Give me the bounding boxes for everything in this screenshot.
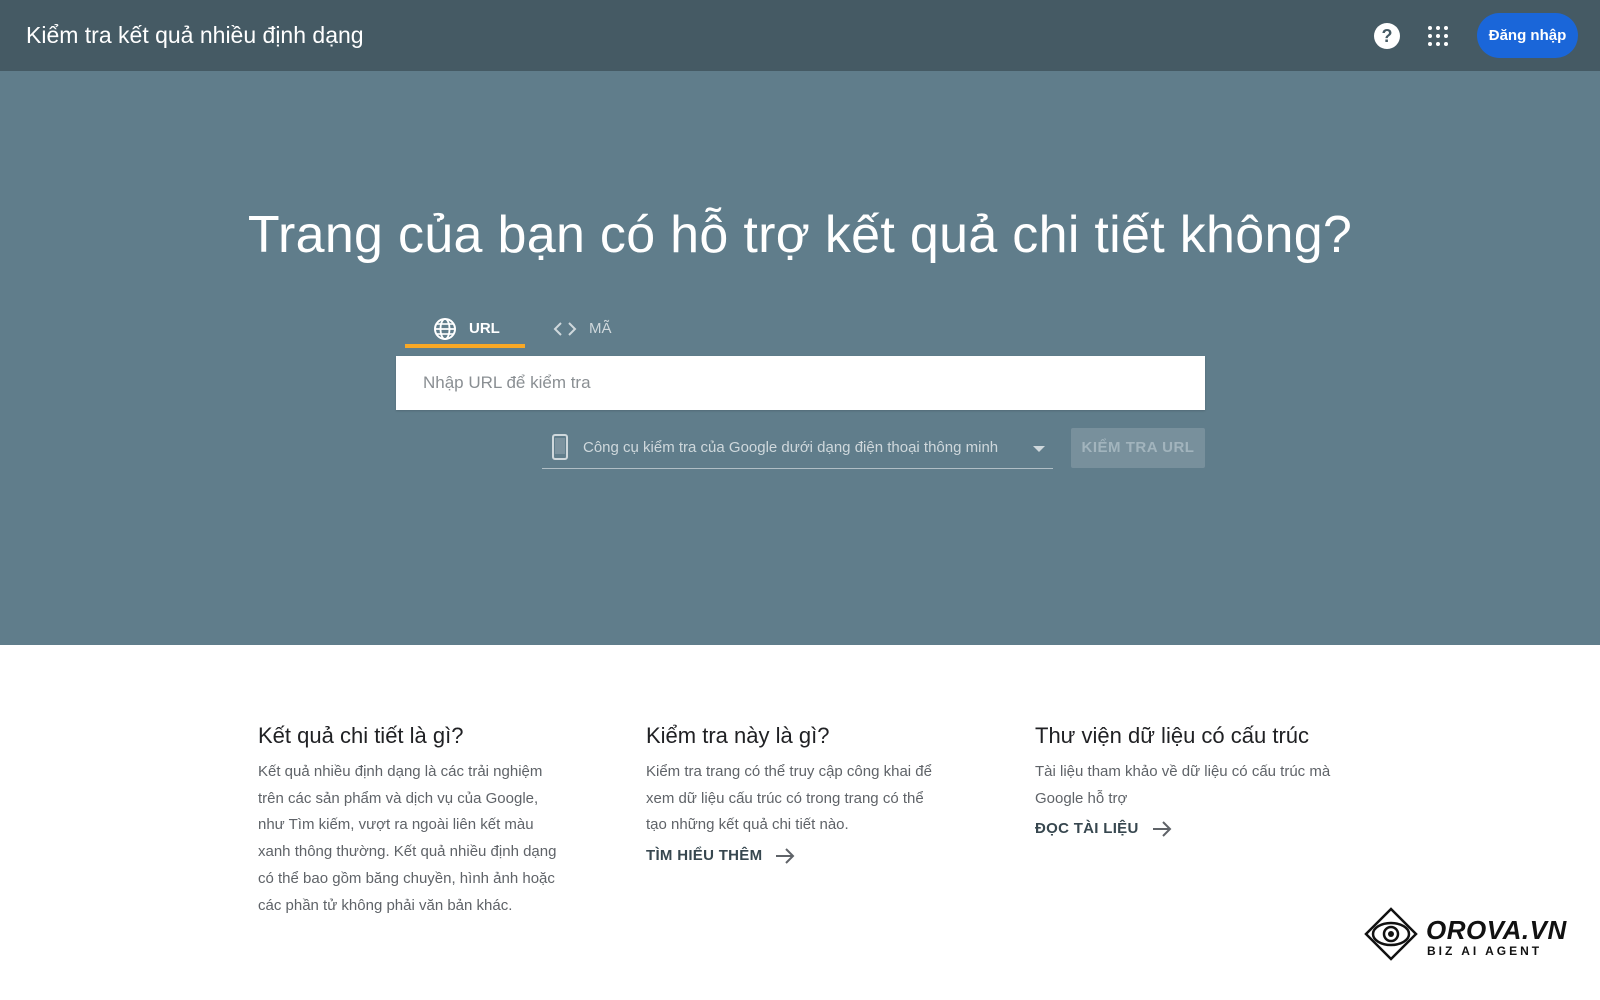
info-title: Kiểm tra này là gì? (646, 723, 830, 748)
tab-code[interactable]: MÃ (553, 309, 633, 348)
help-circle-icon[interactable]: ? (1374, 23, 1400, 49)
tab-url[interactable]: URL (405, 309, 525, 348)
device-select-value: Công cụ kiểm tra của Google dưới dạng đi… (583, 438, 999, 456)
device-select[interactable]: Công cụ kiểm tra của Google dưới dạng đi… (542, 426, 1053, 469)
info-title: Kết quả chi tiết là gì? (258, 723, 464, 748)
info-line: tạo những kết quả chi tiết nào. (646, 816, 849, 834)
chevron-down-icon (1033, 446, 1045, 452)
info-line: trên các sản phẩm và dịch vụ của Google, (258, 789, 539, 807)
brand-name: OROVA.VN (1426, 915, 1567, 945)
top-app-bar: Kiểm tra kết quả nhiều định dạng ? Đăng … (0, 0, 1600, 71)
learn-more-link[interactable]: TÌM HIỂU THÊM (646, 847, 796, 864)
info-text: Kết quả nhiều định dạng là các trải nghi… (258, 759, 578, 919)
read-docs-link[interactable]: ĐỌC TÀI LIỆU (1035, 820, 1173, 837)
arrow-right-icon (776, 847, 795, 864)
info-line: Kết quả nhiều định dạng là các trải nghi… (258, 763, 543, 780)
tab-url-label: URL (469, 320, 500, 337)
tab-code-label: MÃ (589, 320, 612, 337)
info-line: Google hỗ trợ (1035, 789, 1128, 807)
info-line: các phần tử không phải văn bản khác. (258, 896, 513, 914)
signin-button[interactable]: Đăng nhập (1477, 13, 1578, 58)
info-line: như Tìm kiếm, vượt ra ngoài liên kết màu (258, 816, 534, 834)
info-line: xanh thông thường. Kết quả nhiều định dạ… (258, 843, 557, 861)
hero-title: Trang của bạn có hỗ trợ kết quả chi tiết… (247, 206, 1353, 264)
info-line: có thể bao gồm băng chuyền, hình ảnh hoặ… (258, 869, 555, 887)
code-icon (553, 321, 577, 336)
selected-tab-indicator (405, 344, 525, 348)
brand-tagline: BIZ AI AGENT (1427, 944, 1543, 958)
smartphone-icon (552, 434, 568, 460)
info-line: Tài liệu tham khảo về dữ liệu có cấu trú… (1035, 763, 1331, 780)
brand-watermark: OROVA.VN BIZ AI AGENT (1364, 907, 1566, 963)
info-this-test: Kiểm tra này là gì? Kiểm tra trang có th… (646, 723, 966, 865)
globe-icon (434, 317, 456, 340)
read-docs-label: ĐỌC TÀI LIỆU (1035, 820, 1139, 838)
info-text: Tài liệu tham khảo về dữ liệu có cấu trú… (1035, 759, 1355, 812)
info-structured-data-library: Thư viện dữ liệu có cấu trúc Tài liệu th… (1035, 723, 1355, 838)
info-rich-results: Kết quả chi tiết là gì? Kết quả nhiều đị… (258, 723, 578, 919)
url-input[interactable] (396, 356, 1205, 410)
app-title: Kiểm tra kết quả nhiều định dạng (26, 22, 364, 48)
hero-section: Trang của bạn có hỗ trợ kết quả chi tiết… (0, 71, 1600, 645)
info-line: Kiểm tra trang có thể truy cập công khai… (646, 763, 932, 780)
info-line: xem dữ liệu cấu trúc có trong trang có t… (646, 789, 924, 807)
apps-grid-icon[interactable] (1428, 26, 1448, 46)
info-title: Thư viện dữ liệu có cấu trúc (1035, 723, 1310, 748)
arrow-right-icon (1152, 821, 1172, 837)
check-url-button[interactable]: KIỂM TRA URL (1071, 428, 1205, 468)
info-text: Kiểm tra trang có thể truy cập công khai… (646, 759, 966, 839)
learn-more-label: TÌM HIỂU THÊM (646, 847, 763, 865)
eye-logo-icon (1364, 907, 1418, 961)
